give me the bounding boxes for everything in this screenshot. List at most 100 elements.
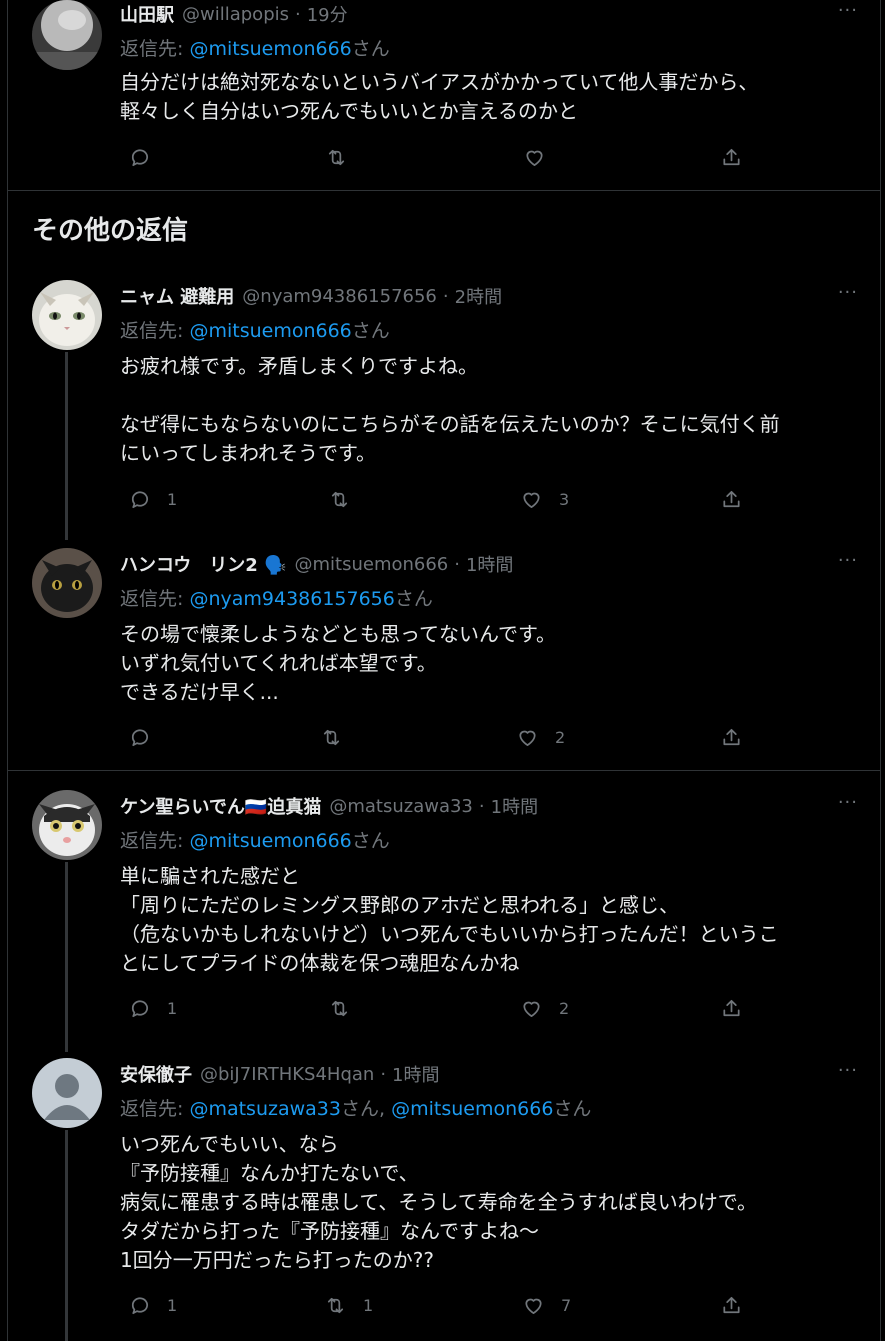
retweet-count: 1 xyxy=(363,1296,374,1315)
tweet-header: ニャム 避難用 @nyam94386157656 · 2時間 xyxy=(120,282,502,310)
reply-button[interactable] xyxy=(128,726,167,749)
display-name[interactable]: 安保徹子 xyxy=(120,1061,192,1087)
timestamp[interactable]: 19分 xyxy=(307,1,348,27)
avatar[interactable] xyxy=(32,280,102,350)
tweet-text: いつ死んでもいい、なら 『予防接種』なんか打たないで、 病気に罹患する時は罹患し… xyxy=(120,1132,757,1272)
like-button[interactable]: 7 xyxy=(522,1294,571,1317)
like-count: 3 xyxy=(559,490,570,509)
share-button[interactable] xyxy=(720,1294,743,1317)
user-handle[interactable]: @biJ7IRTHKS4Hqan xyxy=(200,1064,374,1085)
like-count: 2 xyxy=(559,999,570,1018)
reply-to-label: 返信先: xyxy=(120,588,184,610)
reply-button[interactable]: 1 xyxy=(128,488,177,511)
more-options-icon[interactable]: ··· xyxy=(838,1060,858,1081)
reply-to-line: 返信先: @mitsuemon666さん xyxy=(120,826,390,853)
avatar[interactable] xyxy=(32,790,102,860)
like-button[interactable]: 2 xyxy=(516,726,565,749)
section-title: その他の返信 xyxy=(32,216,189,246)
reply-count: 1 xyxy=(167,999,178,1018)
display-name[interactable]: ハンコウ リン2 🗣️ xyxy=(120,551,286,577)
tweet-actions: 1 3 xyxy=(120,488,740,512)
mention-link[interactable]: @nyam94386157656 xyxy=(189,588,394,610)
reply-to-line: 返信先: @matsuzawa33さん, @mitsuemon666さん xyxy=(120,1094,591,1121)
more-options-icon[interactable]: ··· xyxy=(838,550,858,571)
separator-dot: · xyxy=(295,3,301,25)
timestamp[interactable]: 1時間 xyxy=(466,551,513,577)
more-options-icon[interactable]: ··· xyxy=(838,0,858,21)
retweet-button[interactable] xyxy=(328,997,367,1020)
tweet[interactable]: ハンコウ リン2 🗣️ @mitsuemon666 · 1時間 ··· 返信先:… xyxy=(8,548,880,770)
tweet-actions xyxy=(120,146,740,170)
user-handle[interactable]: @nyam94386157656 xyxy=(242,286,437,307)
tweet[interactable]: 山田駅 @willapopis · 19分 ··· 返信先: @mitsuemo… xyxy=(8,0,880,190)
mention-link[interactable]: @mitsuemon666 xyxy=(189,320,351,342)
tweet[interactable]: 安保徹子 @biJ7IRTHKS4Hqan · 1時間 ··· 返信先: @ma… xyxy=(8,1058,880,1341)
comma-separator: , xyxy=(379,1098,392,1120)
like-button[interactable]: 2 xyxy=(520,997,569,1020)
avatar[interactable] xyxy=(32,1058,102,1128)
reply-to-label: 返信先: xyxy=(120,830,184,852)
avatar[interactable] xyxy=(32,548,102,618)
timestamp[interactable]: 1時間 xyxy=(491,793,538,819)
more-options-icon[interactable]: ··· xyxy=(838,792,858,813)
tweet-text: 単に騙された感だと 「周りにただのレミングス野郎のアホだと思われる」と感じ、 （… xyxy=(120,864,779,975)
retweet-icon xyxy=(331,491,348,508)
reply-count: 1 xyxy=(167,490,178,509)
retweet-icon xyxy=(331,1000,348,1017)
mention-link[interactable]: @mitsuemon666 xyxy=(391,1098,553,1120)
honorific: さん xyxy=(351,830,390,852)
like-count: 7 xyxy=(561,1296,572,1315)
retweet-button[interactable]: 1 xyxy=(324,1294,373,1317)
display-name[interactable]: 山田駅 xyxy=(120,1,174,27)
tweet[interactable]: ニャム 避難用 @nyam94386157656 · 2時間 ··· 返信先: … xyxy=(8,280,880,530)
retweet-button[interactable] xyxy=(328,488,367,511)
more-options-icon[interactable]: ··· xyxy=(838,282,858,303)
user-handle[interactable]: @mitsuemon666 xyxy=(294,554,448,575)
tweet[interactable]: ケン聖らいでん🇷🇺迫真猫 @matsuzawa33 · 1時間 ··· 返信先:… xyxy=(8,790,880,1040)
honorific: さん xyxy=(340,1098,379,1120)
heart-icon xyxy=(523,1001,540,1018)
timestamp[interactable]: 1時間 xyxy=(392,1061,439,1087)
reply-button[interactable]: 1 xyxy=(128,997,177,1020)
user-handle[interactable]: @willapopis xyxy=(182,4,289,25)
separator-dot: · xyxy=(380,1063,387,1085)
retweet-icon xyxy=(323,729,340,746)
like-button[interactable]: 3 xyxy=(520,488,569,511)
tweet-header: 山田駅 @willapopis · 19分 xyxy=(120,0,348,28)
tweet-actions: 2 xyxy=(120,726,740,750)
reply-to-line: 返信先: @nyam94386157656さん xyxy=(120,584,433,611)
display-name[interactable]: ニャム 避難用 xyxy=(120,283,234,309)
share-button[interactable] xyxy=(720,146,743,169)
user-handle[interactable]: @matsuzawa33 xyxy=(329,796,473,817)
share-button[interactable] xyxy=(720,488,743,511)
tweet-header: 安保徹子 @biJ7IRTHKS4Hqan · 1時間 xyxy=(120,1060,440,1088)
mention-link[interactable]: @mitsuemon666 xyxy=(189,830,351,852)
reply-icon xyxy=(131,149,148,167)
honorific: さん xyxy=(351,320,390,342)
reply-icon xyxy=(131,1000,148,1018)
tweet-actions: 1 2 xyxy=(120,997,740,1021)
heart-icon xyxy=(525,1298,542,1315)
tweet-header: ハンコウ リン2 🗣️ @mitsuemon666 · 1時間 xyxy=(120,550,513,578)
timestamp[interactable]: 2時間 xyxy=(455,283,502,309)
reply-to-label: 返信先: xyxy=(120,320,184,342)
share-button[interactable] xyxy=(720,726,743,749)
heart-icon xyxy=(519,730,536,747)
mention-link[interactable]: @mitsuemon666 xyxy=(189,38,351,60)
reply-button[interactable]: 1 xyxy=(128,1294,177,1317)
honorific: さん xyxy=(351,38,390,60)
share-button[interactable] xyxy=(720,997,743,1020)
reply-button[interactable] xyxy=(128,146,167,169)
retweet-button[interactable] xyxy=(325,146,364,169)
tweet-text: お疲れ様です。矛盾しまくりですよね。 なぜ得にもならないのにこちらがその話を伝え… xyxy=(120,354,780,465)
separator-dot: · xyxy=(442,285,449,307)
reply-count: 1 xyxy=(167,1296,178,1315)
avatar[interactable] xyxy=(32,0,102,70)
like-count: 2 xyxy=(555,728,566,747)
display-name[interactable]: ケン聖らいでん🇷🇺迫真猫 xyxy=(120,793,321,819)
retweet-button[interactable] xyxy=(320,726,359,749)
reply-icon xyxy=(131,729,148,747)
mention-link[interactable]: @matsuzawa33 xyxy=(189,1098,341,1120)
like-button[interactable] xyxy=(523,146,562,169)
reply-to-label: 返信先: xyxy=(120,38,184,60)
